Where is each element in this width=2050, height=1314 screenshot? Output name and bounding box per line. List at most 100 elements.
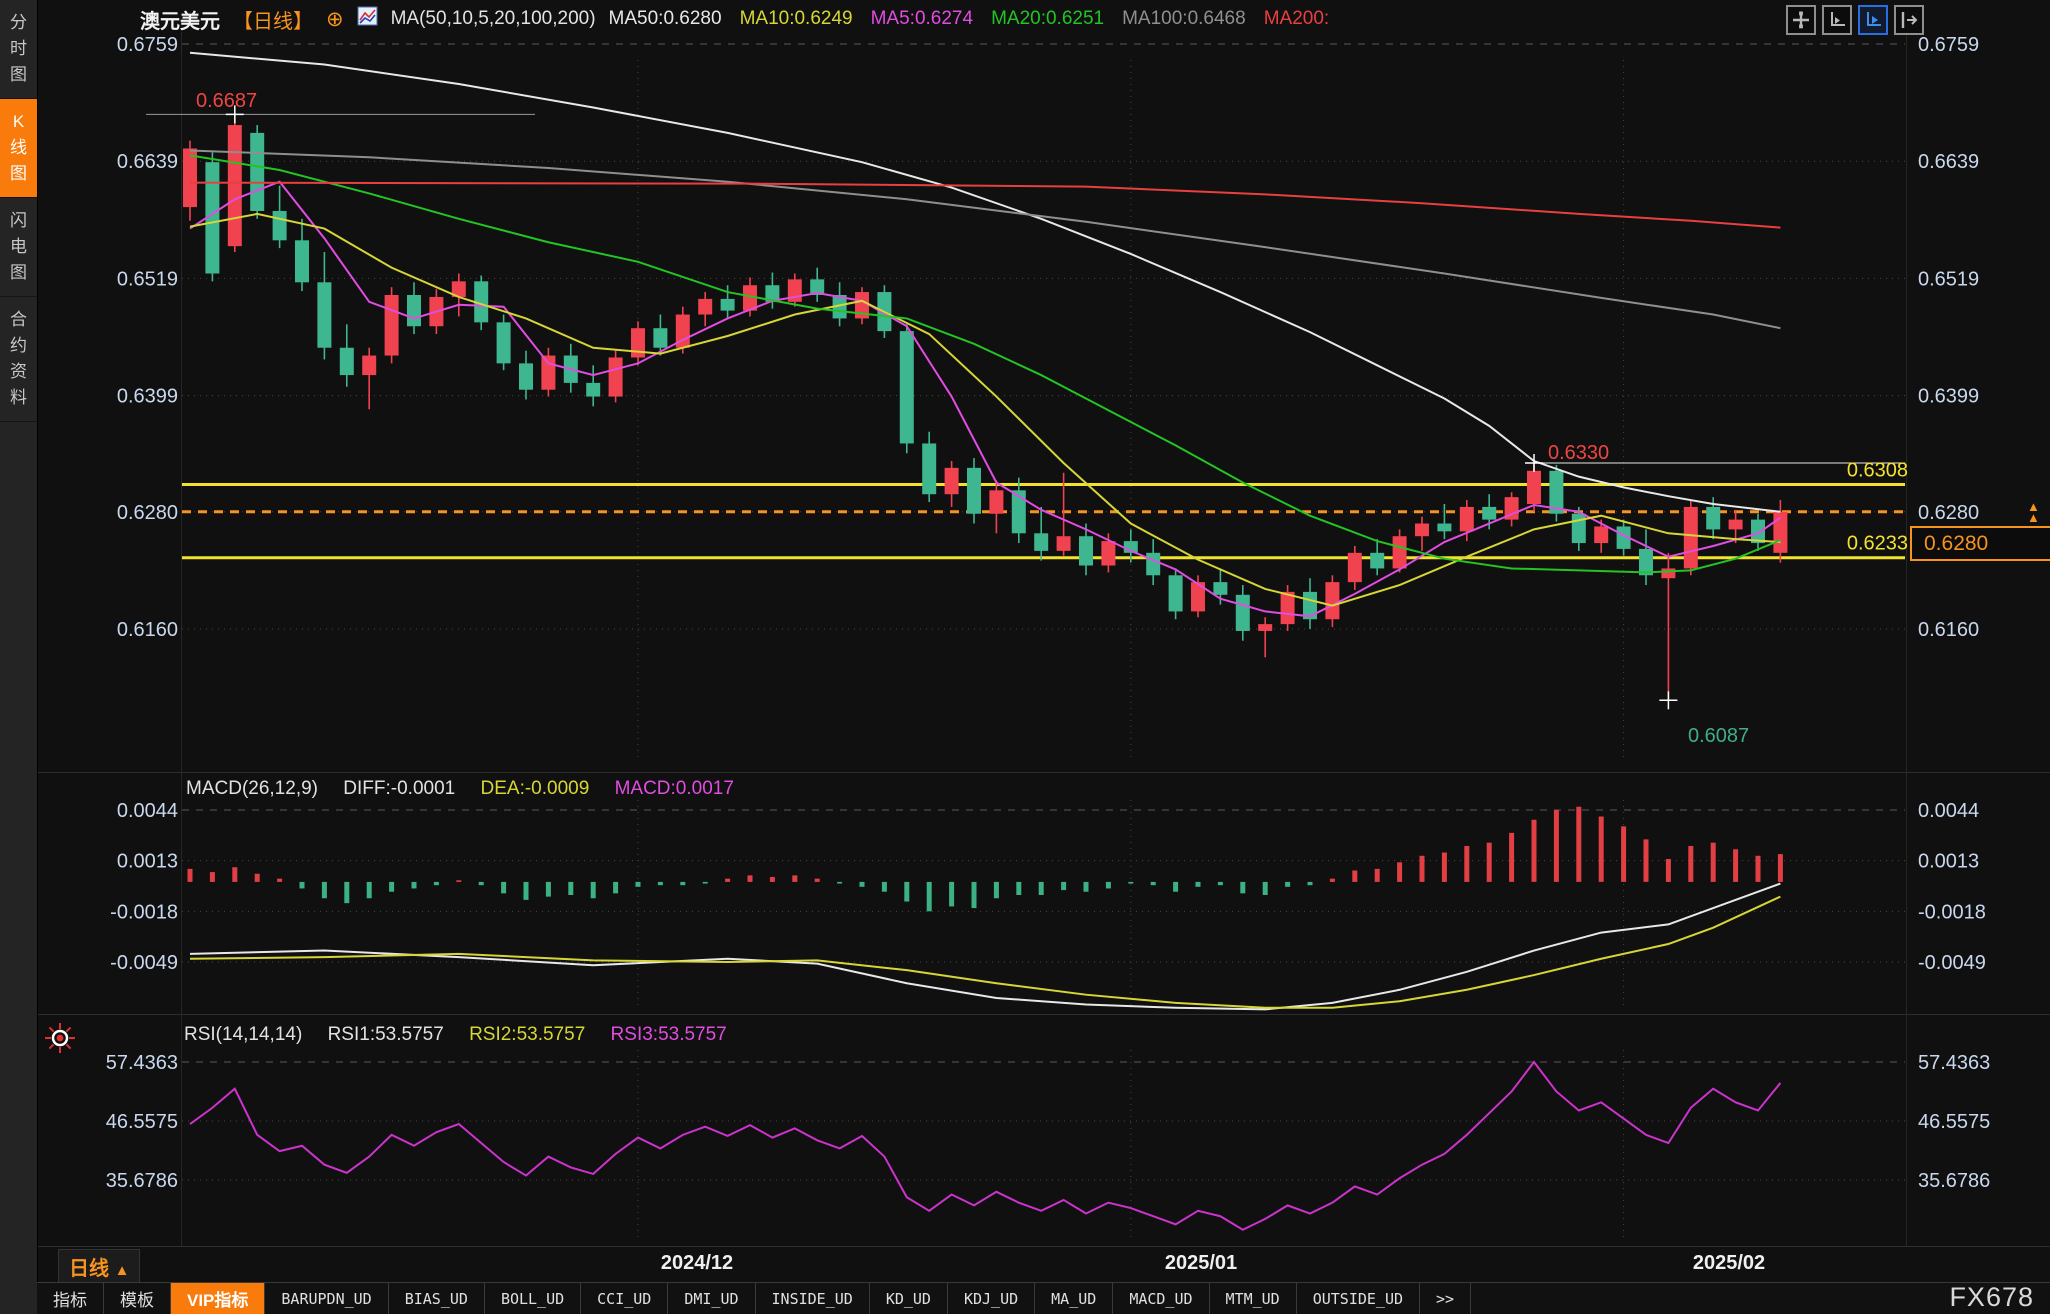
axis-label: 0.6160 xyxy=(117,619,178,641)
axis-label: -0.0018 xyxy=(1918,901,1986,923)
svg-text:0.6687: 0.6687 xyxy=(196,90,257,112)
axis-label: 0.0013 xyxy=(117,851,178,873)
period-selector-label: 日线 xyxy=(69,1258,109,1280)
axis-label: -0.0018 xyxy=(110,901,178,923)
ma-line-MA50 xyxy=(190,53,1780,512)
tab-INSIDE_UD[interactable]: INSIDE_UD xyxy=(756,1283,870,1314)
macd-diff-value: DIFF:-0.0001 xyxy=(343,778,455,799)
axis-label: 0.0013 xyxy=(1918,851,1979,873)
axis-label: 0.6639 xyxy=(117,151,178,173)
tab-模板[interactable]: 模板 xyxy=(104,1283,171,1314)
tab-KDJ_UD[interactable]: KDJ_UD xyxy=(948,1283,1035,1314)
ma-value-MA100: MA100:0.6468 xyxy=(1122,8,1246,29)
rsi-title: RSI(14,14,14) xyxy=(184,1024,302,1045)
axis-label: 0.6639 xyxy=(1918,151,1979,173)
tab-BARUPDN_UD[interactable]: BARUPDN_UD xyxy=(265,1283,388,1314)
date-label-2024/12: 2024/12 xyxy=(661,1252,733,1275)
ma-overlays xyxy=(190,53,1780,617)
axis-label: 46.5575 xyxy=(106,1111,178,1133)
rsi3-value: RSI3:53.5757 xyxy=(611,1024,727,1045)
ma-value-MA200: MA200: xyxy=(1264,8,1329,29)
tab-CCI_UD[interactable]: CCI_UD xyxy=(581,1283,668,1314)
tab-MTM_UD[interactable]: MTM_UD xyxy=(1210,1283,1297,1314)
chart-header: 澳元美元 【日线】 ⊕ MA(50,10,5,20,100,200) MA50:… xyxy=(140,6,1347,32)
crosshair-target-icon[interactable]: ⊕ xyxy=(326,7,344,32)
watermark: FX678 xyxy=(1949,1282,2034,1313)
collapse-panel-icon[interactable] xyxy=(1894,5,1924,35)
svg-text:0.6087: 0.6087 xyxy=(1688,725,1749,747)
axis-label: 57.4363 xyxy=(1918,1052,1990,1074)
sidebar: 分时图K线图闪电图合约资料 xyxy=(0,0,38,1314)
sidebar-item-闪电图[interactable]: 闪电图 xyxy=(0,198,37,297)
rsi1-value: RSI1:53.5757 xyxy=(328,1024,444,1045)
left-scale-icon[interactable] xyxy=(1822,5,1852,35)
date-label-2025/02: 2025/02 xyxy=(1693,1252,1765,1275)
axis-label: 0.0044 xyxy=(117,800,178,822)
tab->>[interactable]: >> xyxy=(1420,1283,1471,1314)
axis-label: 35.6786 xyxy=(1918,1170,1990,1192)
axis-label: 0.6399 xyxy=(117,386,178,408)
ma-value-MA5: MA5:0.6274 xyxy=(871,8,973,29)
symbol-title: 澳元美元 xyxy=(140,5,220,34)
svg-text:0.6233: 0.6233 xyxy=(1847,533,1908,555)
ma-value-MA10: MA10:0.6249 xyxy=(740,8,853,29)
ma-line-MA100 xyxy=(190,150,1780,328)
rsi-line xyxy=(190,1062,1780,1230)
rsi2-value: RSI2:53.5757 xyxy=(469,1024,585,1045)
candlestick-series xyxy=(183,114,1787,700)
axis-label: 0.6519 xyxy=(1918,268,1979,290)
macd-histogram-value: MACD:0.0017 xyxy=(615,778,734,799)
ma-line-MA5 xyxy=(190,182,1780,617)
sidebar-item-分时图[interactable]: 分时图 xyxy=(0,0,37,99)
view-toolbar xyxy=(1786,5,1924,35)
price-up-arrows-icon: ▲▲ xyxy=(2027,501,2040,523)
axis-label: -0.0049 xyxy=(1918,952,1986,974)
svg-text:0.6308: 0.6308 xyxy=(1847,459,1908,481)
last-price-box: 0.6280 xyxy=(1910,526,2050,561)
app-window: { "colors":{"accent_orange":"#f97b0b","u… xyxy=(0,0,2050,1314)
split-view-icon[interactable] xyxy=(1786,5,1816,35)
ma-values: MA50:0.6280MA10:0.6249MA5:0.6274MA20:0.6… xyxy=(609,8,1348,30)
axis-label: 0.6280 xyxy=(1918,502,1979,524)
ma-value-MA20: MA20:0.6251 xyxy=(991,8,1104,29)
ma-line-MA200 xyxy=(190,183,1780,228)
tab-VIP指标[interactable]: VIP指标 xyxy=(171,1283,265,1314)
rsi-header: RSI(14,14,14) RSI1:53.5757 RSI2:53.5757 … xyxy=(184,1024,747,1046)
tab-BIAS_UD[interactable]: BIAS_UD xyxy=(389,1283,485,1314)
period-selector-arrow-icon: ▲ xyxy=(115,1262,130,1279)
macd-dea-line xyxy=(190,897,1780,1008)
axis-label: 46.5575 xyxy=(1918,1111,1990,1133)
right-scale-icon[interactable] xyxy=(1858,5,1888,35)
ma-settings-label: MA(50,10,5,20,100,200) xyxy=(391,8,596,30)
macd-header: MACD(26,12,9) DIFF:-0.0001 DEA:-0.0009 M… xyxy=(186,778,754,800)
macd-diff-line xyxy=(190,884,1780,1010)
tab-MA_UD[interactable]: MA_UD xyxy=(1035,1283,1113,1314)
tab-MACD_UD[interactable]: MACD_UD xyxy=(1113,1283,1209,1314)
sidebar-item-K线图[interactable]: K线图 xyxy=(0,99,37,198)
tab-KD_UD[interactable]: KD_UD xyxy=(870,1283,948,1314)
axis-label: 0.6160 xyxy=(1918,619,1979,641)
date-label-2025/01: 2025/01 xyxy=(1165,1252,1237,1275)
period-tag[interactable]: 【日线】 xyxy=(233,5,313,34)
mini-chart-icon[interactable] xyxy=(357,5,378,33)
axis-label: 0.6519 xyxy=(117,268,178,290)
tab-BOLL_UD[interactable]: BOLL_UD xyxy=(485,1283,581,1314)
axis-label: 35.6786 xyxy=(106,1170,178,1192)
macd-series xyxy=(190,807,1780,1010)
tab-指标[interactable]: 指标 xyxy=(37,1283,104,1314)
last-price-value: 0.6280 xyxy=(1924,532,1988,555)
bottom-tab-bar: 指标模板VIP指标BARUPDN_UDBIAS_UDBOLL_UDCCI_UDD… xyxy=(37,1282,2050,1314)
chart-canvas[interactable]: 0.6308 0.6233 0.6687 0.6330 0.6087 0.6759 0.67… xyxy=(0,0,2050,1248)
svg-text:0.6330: 0.6330 xyxy=(1548,442,1609,464)
axis-label: 0.6759 xyxy=(117,34,178,56)
tab-DMI_UD[interactable]: DMI_UD xyxy=(668,1283,755,1314)
tab-OUTSIDE_UD[interactable]: OUTSIDE_UD xyxy=(1297,1283,1420,1314)
axis-label: 0.6280 xyxy=(117,502,178,524)
axis-label: -0.0049 xyxy=(110,952,178,974)
axis-label: 0.6759 xyxy=(1918,34,1979,56)
ma-line-MA10 xyxy=(190,214,1780,606)
period-selector[interactable]: 日线 ▲ xyxy=(58,1249,140,1284)
ma-line-MA20 xyxy=(190,155,1780,572)
axis-label: 0.6399 xyxy=(1918,386,1979,408)
sidebar-item-合约资料[interactable]: 合约资料 xyxy=(0,297,37,422)
